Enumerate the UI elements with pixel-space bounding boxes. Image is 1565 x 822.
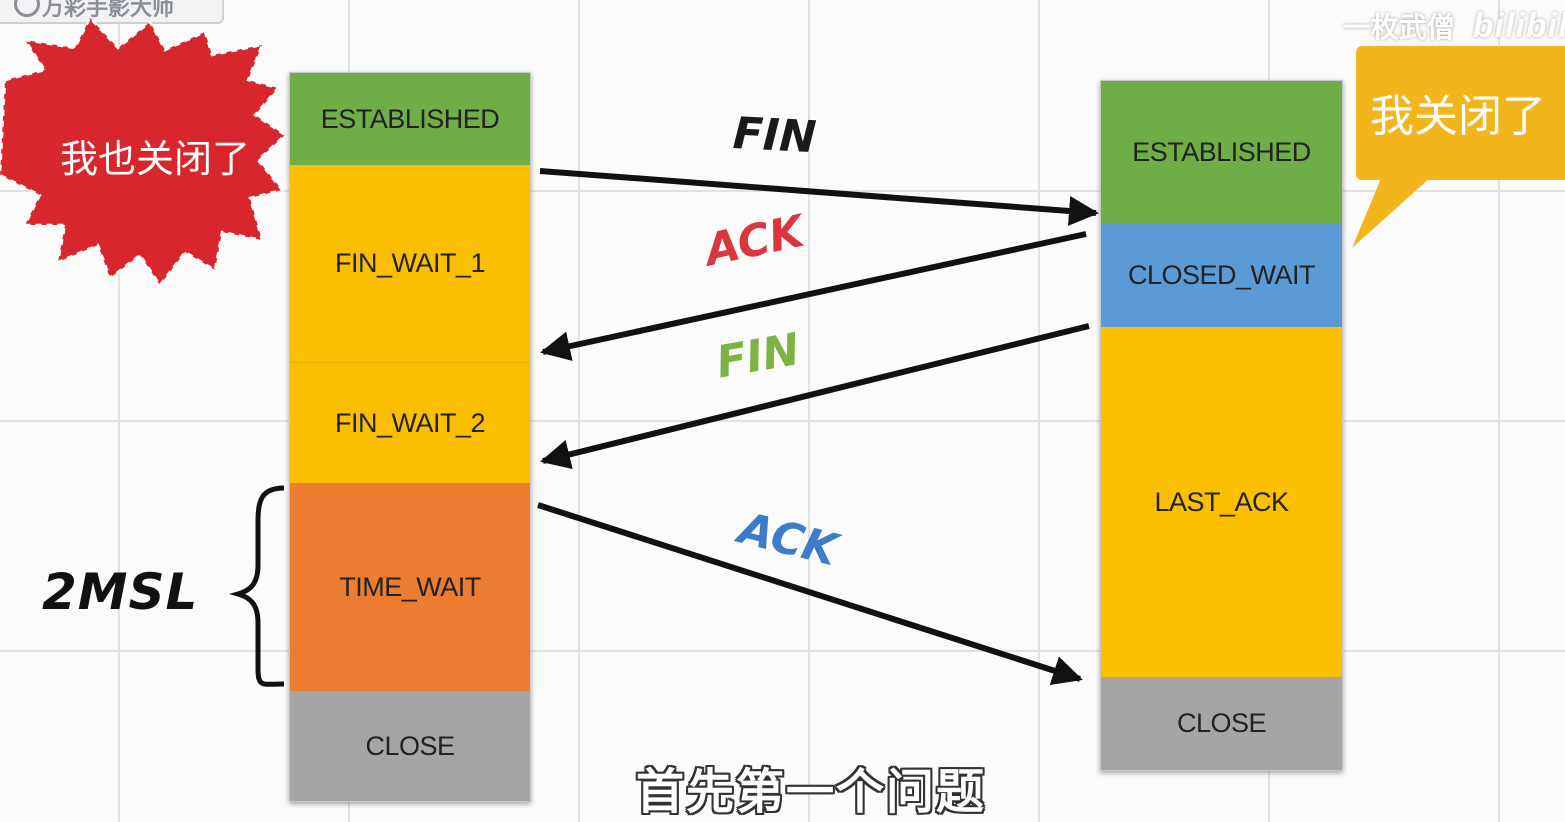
video-subtitle: 首先第一个问题 — [636, 766, 987, 819]
msg-label-1: FIN — [731, 108, 818, 164]
time-wait-brace-icon — [228, 485, 285, 687]
arrow-fin-server-to-client — [540, 323, 1090, 470]
arrow-fin-client-to-server — [539, 168, 1099, 226]
time-wait-duration-label: 2MSL — [42, 563, 199, 621]
arrow-ack-server-to-client — [540, 231, 1087, 361]
